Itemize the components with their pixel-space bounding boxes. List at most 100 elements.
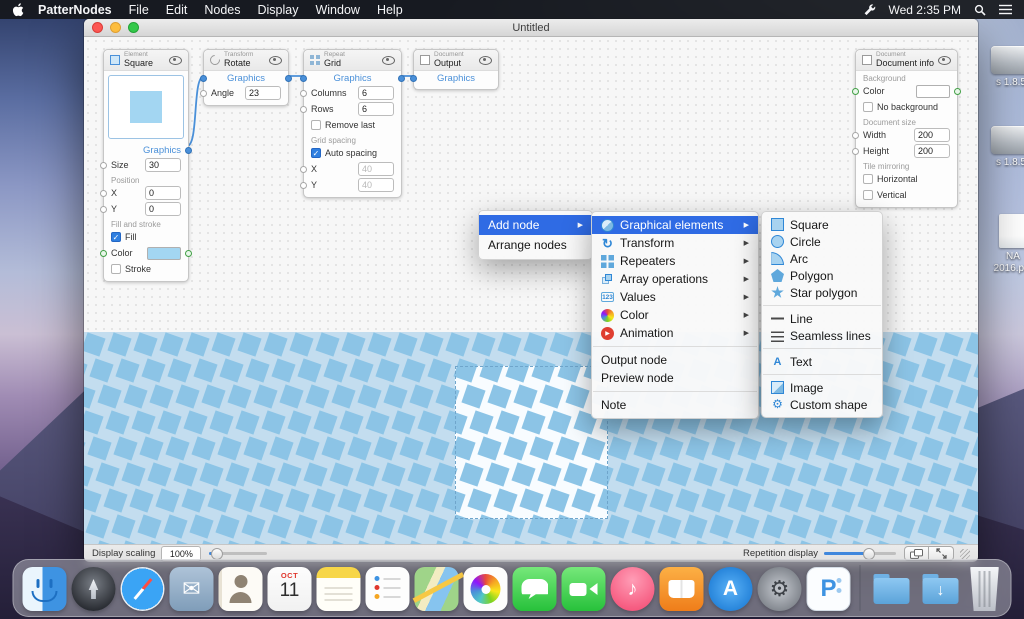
node-header[interactable]: Document Document info bbox=[856, 50, 957, 71]
menubar-item-nodes[interactable]: Nodes bbox=[204, 3, 240, 17]
dock-downloads-icon[interactable]: ↓ bbox=[919, 567, 963, 611]
dock-itunes-icon[interactable]: ♪ bbox=[611, 567, 655, 611]
eye-icon[interactable] bbox=[382, 56, 395, 65]
vertical-checkbox[interactable] bbox=[863, 190, 873, 200]
rows-input[interactable] bbox=[358, 102, 394, 116]
menubar-clock[interactable]: Wed 2:35 PM bbox=[889, 3, 961, 17]
dock-facetime-icon[interactable] bbox=[562, 567, 606, 611]
resize-grip[interactable] bbox=[960, 549, 970, 559]
dock-reminders-icon[interactable] bbox=[366, 567, 410, 611]
horizontal-checkbox[interactable] bbox=[863, 174, 873, 184]
x-input-port[interactable] bbox=[100, 190, 107, 197]
dock-safari-icon[interactable] bbox=[121, 567, 165, 611]
menu-item-custom-shape[interactable]: ⚙Custom shape bbox=[762, 396, 882, 413]
menu-item-arrange-nodes[interactable]: Arrange nodes bbox=[479, 235, 592, 255]
node-header[interactable]: Document Output bbox=[414, 50, 498, 71]
menu-item-transform[interactable]: ↻Transform▶ bbox=[592, 234, 758, 252]
slider-knob[interactable] bbox=[863, 548, 875, 560]
eye-icon[interactable] bbox=[269, 56, 282, 65]
dock-contacts-icon[interactable] bbox=[219, 567, 263, 611]
color-output-port[interactable] bbox=[185, 250, 192, 257]
node-document-info[interactable]: Document Document info Background Color … bbox=[855, 49, 958, 208]
spacing-y-input-port[interactable] bbox=[300, 182, 307, 189]
menu-item-square[interactable]: Square bbox=[762, 216, 882, 233]
dock-folder-icon[interactable] bbox=[870, 567, 914, 611]
menu-item-repeaters[interactable]: Repeaters▶ bbox=[592, 252, 758, 270]
size-input[interactable] bbox=[145, 158, 181, 172]
node-output[interactable]: Document Output Graphics bbox=[413, 49, 499, 90]
minimize-button[interactable] bbox=[110, 22, 121, 33]
app-menu[interactable]: PatterNodes bbox=[38, 3, 112, 17]
menu-item-array-operations[interactable]: Array operations▶ bbox=[592, 270, 758, 288]
node-header[interactable]: Element Square bbox=[104, 50, 188, 71]
menu-item-image[interactable]: Image bbox=[762, 379, 882, 396]
dock-launchpad-icon[interactable] bbox=[72, 567, 116, 611]
graphics-input-port[interactable] bbox=[410, 75, 417, 82]
menu-item-polygon[interactable]: Polygon bbox=[762, 267, 882, 284]
menubar-item-help[interactable]: Help bbox=[377, 3, 403, 17]
background-color-input-port[interactable] bbox=[852, 88, 859, 95]
auto-spacing-checkbox[interactable]: ✓ bbox=[311, 148, 321, 158]
menubar-item-file[interactable]: File bbox=[129, 3, 149, 17]
graphics-input-port[interactable] bbox=[300, 75, 307, 82]
dock-mail-icon[interactable]: ✉ bbox=[170, 567, 214, 611]
no-background-checkbox[interactable] bbox=[863, 102, 873, 112]
notification-center-icon[interactable] bbox=[999, 4, 1012, 15]
height-input[interactable] bbox=[914, 144, 950, 158]
eye-icon[interactable] bbox=[479, 56, 492, 65]
node-square[interactable]: Element Square Graphics Size Position bbox=[103, 49, 189, 282]
dock-photos-icon[interactable] bbox=[464, 567, 508, 611]
graphics-output-port[interactable] bbox=[185, 147, 192, 154]
dock-patternodes-icon[interactable]: P bbox=[807, 567, 851, 611]
dock-app-store-icon[interactable]: A bbox=[709, 567, 753, 611]
graphics-input-port[interactable] bbox=[200, 75, 207, 82]
dock-ibooks-icon[interactable] bbox=[660, 567, 704, 611]
width-input-port[interactable] bbox=[852, 132, 859, 139]
dock-maps-icon[interactable] bbox=[415, 567, 459, 611]
background-color-output-port[interactable] bbox=[954, 88, 961, 95]
columns-input[interactable] bbox=[358, 86, 394, 100]
background-color-swatch[interactable] bbox=[916, 85, 950, 98]
menu-item-graphical-elements[interactable]: Graphical elements▶ bbox=[592, 216, 758, 234]
dock-calendar-icon[interactable]: OCT11 bbox=[268, 567, 312, 611]
menu-item-note[interactable]: Note bbox=[592, 396, 758, 414]
remove-last-checkbox[interactable] bbox=[311, 120, 321, 130]
y-input[interactable] bbox=[145, 202, 181, 216]
eye-icon[interactable] bbox=[938, 56, 951, 65]
color-input-port[interactable] bbox=[100, 250, 107, 257]
menubar-item-edit[interactable]: Edit bbox=[166, 3, 188, 17]
display-scaling-slider[interactable] bbox=[209, 552, 267, 555]
menu-item-color[interactable]: Color▶ bbox=[592, 306, 758, 324]
dock-notes-icon[interactable] bbox=[317, 567, 361, 611]
node-header[interactable]: Transform Rotate bbox=[204, 50, 288, 71]
graphics-output-port[interactable] bbox=[398, 75, 405, 82]
spacing-x-input[interactable] bbox=[358, 162, 394, 176]
angle-input-port[interactable] bbox=[200, 90, 207, 97]
menu-item-animation[interactable]: ▶Animation▶ bbox=[592, 324, 758, 342]
repetition-display-slider[interactable] bbox=[824, 552, 896, 555]
window-titlebar[interactable]: Untitled bbox=[84, 19, 978, 37]
menu-item-seamless-lines[interactable]: Seamless lines bbox=[762, 327, 882, 344]
node-header[interactable]: Repeat Grid bbox=[304, 50, 401, 71]
spacing-x-input-port[interactable] bbox=[300, 166, 307, 173]
width-input[interactable] bbox=[914, 128, 950, 142]
spacing-y-input[interactable] bbox=[358, 178, 394, 192]
menubar-status-icon[interactable] bbox=[863, 3, 876, 16]
eye-icon[interactable] bbox=[169, 56, 182, 65]
columns-input-port[interactable] bbox=[300, 90, 307, 97]
menu-item-text[interactable]: AText bbox=[762, 353, 882, 370]
menubar-item-window[interactable]: Window bbox=[315, 3, 359, 17]
node-rotate[interactable]: Transform Rotate Graphics Angle bbox=[203, 49, 289, 106]
spotlight-search-icon[interactable] bbox=[974, 4, 986, 16]
menu-item-arc[interactable]: Arc bbox=[762, 250, 882, 267]
desktop-icon-s-1-8-5[interactable]: s 1.8.5 bbox=[982, 126, 1024, 169]
y-input-port[interactable] bbox=[100, 206, 107, 213]
dock-trash-icon[interactable] bbox=[968, 567, 1002, 611]
zoom-button[interactable] bbox=[128, 22, 139, 33]
menu-item-star-polygon[interactable]: Star polygon bbox=[762, 284, 882, 301]
rows-input-port[interactable] bbox=[300, 106, 307, 113]
height-input-port[interactable] bbox=[852, 148, 859, 155]
apple-menu-icon[interactable] bbox=[12, 3, 24, 17]
node-grid[interactable]: Repeat Grid Graphics Columns bbox=[303, 49, 402, 198]
size-input-port[interactable] bbox=[100, 162, 107, 169]
